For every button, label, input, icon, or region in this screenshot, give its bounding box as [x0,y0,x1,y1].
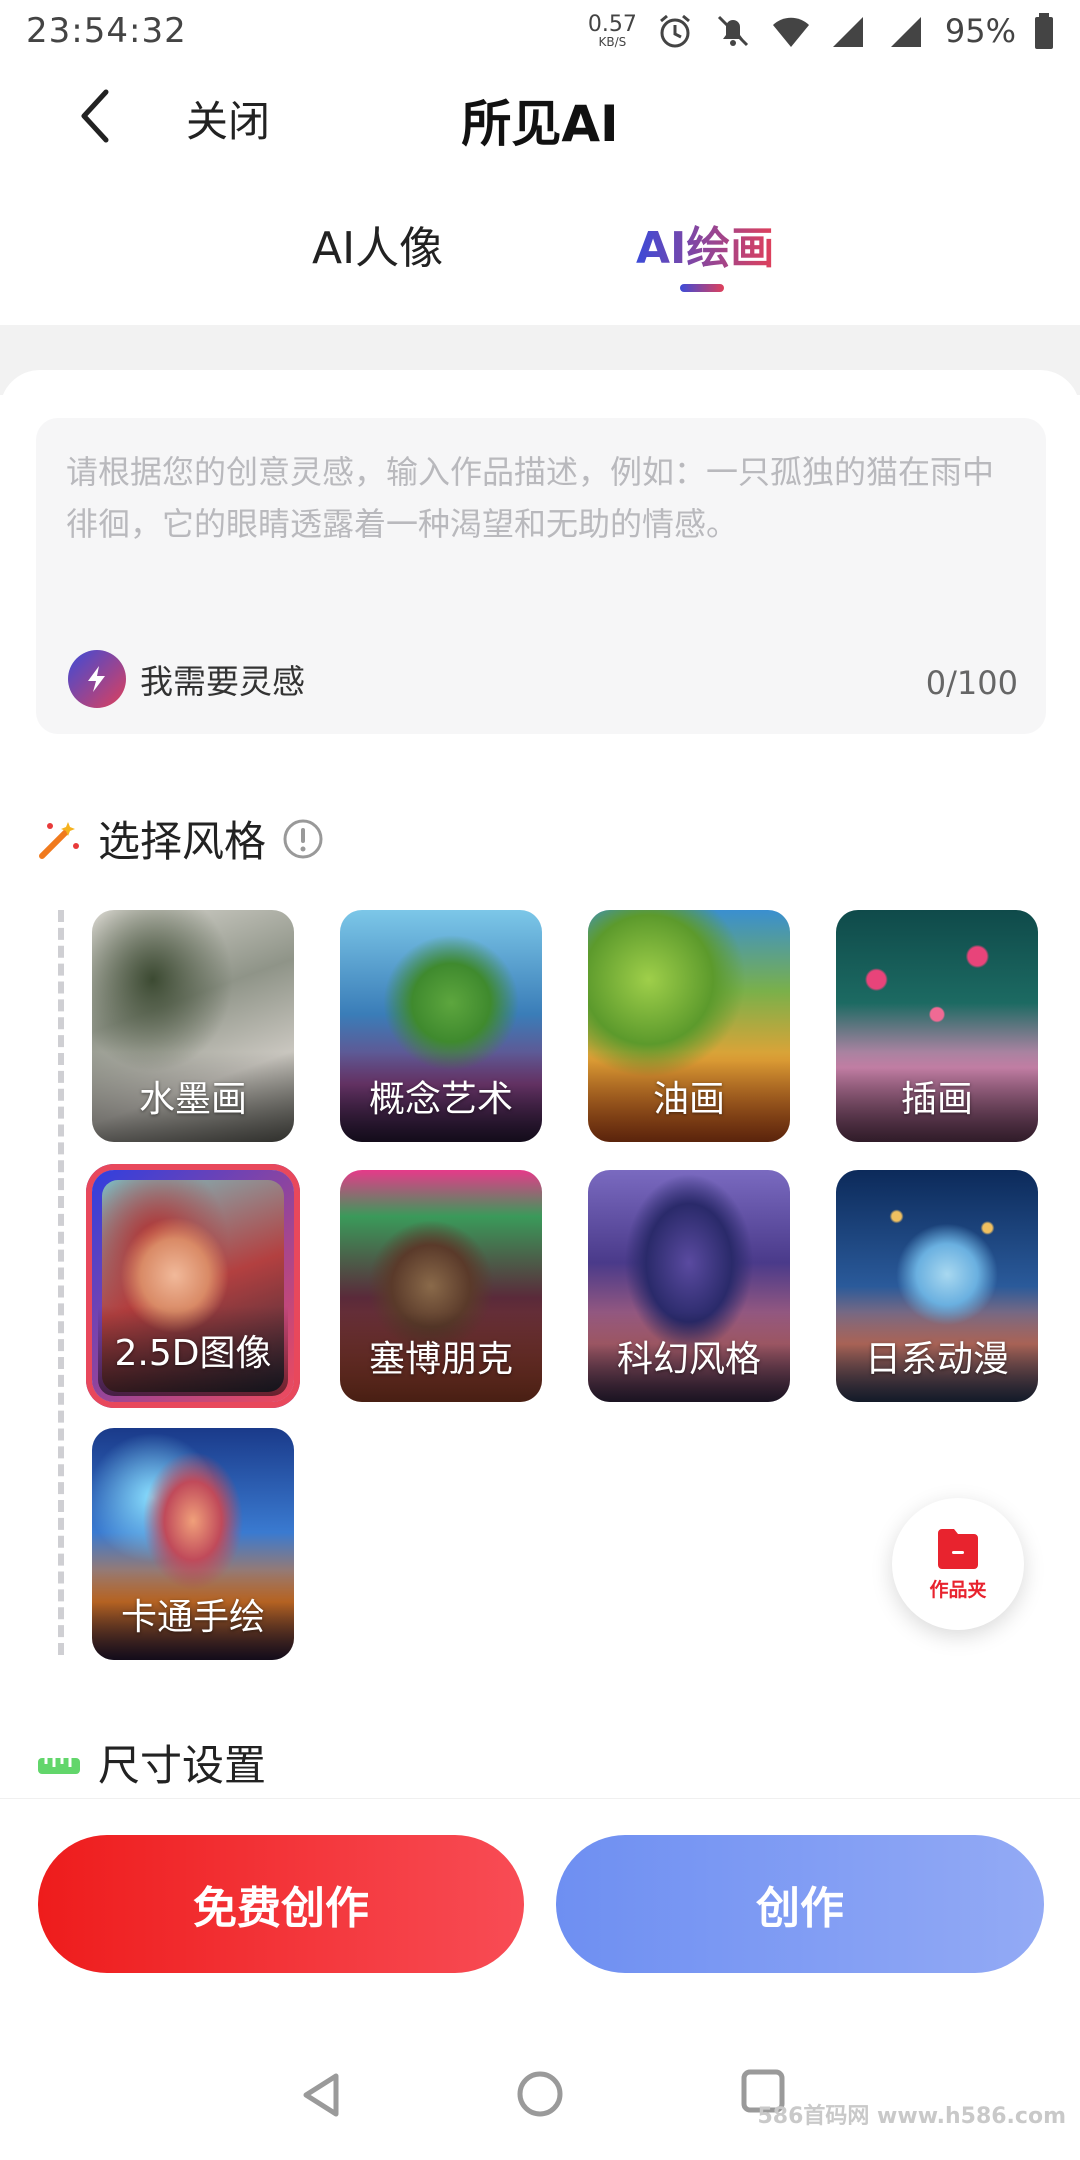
style-tile-illustration[interactable]: 插画 [836,910,1038,1142]
style-section-title: 选择风格 [98,817,267,866]
info-icon[interactable] [282,818,324,860]
folder-icon [938,1528,978,1569]
title-bar: 关闭 所见AI [0,70,1080,162]
net-speed-value: 0.57 [587,12,637,37]
magic-wand-icon [39,821,79,859]
bell-off-icon [717,15,748,47]
style-tile-japanese-anime[interactable]: 日系动漫 [836,1170,1038,1402]
style-label: 油画 [652,1079,725,1120]
status-time: 23:54:32 [26,11,187,51]
inspiration-button[interactable]: 我需要灵感 [68,650,305,708]
style-tile-oil-painting[interactable]: 油画 [588,910,790,1142]
tab-bar: AI人像 AI绘画 [0,200,1080,310]
inspiration-label: 我需要灵感 [140,662,305,701]
action-bar: 免费创作 创作 [0,1798,1080,1998]
prompt-input[interactable]: 请根据您的创意灵感，输入作品描述，例如：一只孤独的猫在雨中徘徊，它的眼睛透露着一… [36,418,1046,734]
style-label: 概念艺术 [368,1079,513,1120]
active-tab-indicator [680,284,724,292]
style-label: 日系动漫 [864,1339,1009,1380]
net-speed-unit: KB/S [598,35,627,49]
style-tile-concept-art[interactable]: 概念艺术 [340,910,542,1142]
signal-icon [832,17,863,47]
style-label: 塞博朋克 [368,1339,513,1380]
free-create-button[interactable]: 免费创作 [38,1835,524,1973]
style-label: 科幻风格 [616,1339,761,1380]
create-button[interactable]: 创作 [556,1835,1044,1973]
size-section-header: 尺寸设置 [36,1732,266,1793]
works-folder-label: 作品夹 [929,1578,987,1601]
status-bar: 23:54:32 0.57 KB/S 95% [0,0,1080,62]
style-tile-sci-fi[interactable]: 科幻风格 [588,1170,790,1402]
battery-percent: 95% [944,12,1016,50]
net-speed: 0.57 KB/S [587,12,637,49]
signal-icon [890,17,921,47]
system-nav-bar: 586首码网 www.h586.com [0,2060,1080,2140]
ruler-icon [38,1757,80,1774]
size-section-title: 尺寸设置 [98,1741,267,1790]
alarm-icon [659,14,690,48]
wifi-icon [772,17,809,47]
lightning-icon [68,650,126,708]
style-label: 2.5D图像 [114,1333,272,1374]
page-title: 所见AI [461,95,619,153]
watermark: 586首码网 www.h586.com [757,2104,1066,2129]
style-section-header: 选择风格 [36,808,324,869]
style-label: 卡通手绘 [120,1597,265,1638]
works-folder-button[interactable]: 作品夹 [892,1498,1024,1630]
nav-back-icon[interactable] [298,2070,344,2120]
battery-icon [1035,13,1053,49]
tab-ai-painting[interactable]: AI绘画 [636,212,774,276]
style-tile-cartoon[interactable]: 卡通手绘 [92,1428,294,1660]
timeline-line [58,910,64,1655]
style-tile-2-5d[interactable]: 2.5D图像 [92,1170,294,1402]
prompt-placeholder: 请根据您的创意灵感，输入作品描述，例如：一只孤独的猫在雨中徘徊，它的眼睛透露着一… [66,453,995,543]
style-label: 水墨画 [138,1079,247,1120]
style-label: 插画 [900,1079,973,1120]
nav-home-icon[interactable] [516,2070,564,2118]
style-tile-cyberpunk[interactable]: 塞博朋克 [340,1170,542,1402]
tab-ai-portrait[interactable]: AI人像 [312,212,443,276]
style-tile-ink-painting[interactable]: 水墨画 [92,910,294,1142]
char-counter: 0/100 [925,664,1018,702]
